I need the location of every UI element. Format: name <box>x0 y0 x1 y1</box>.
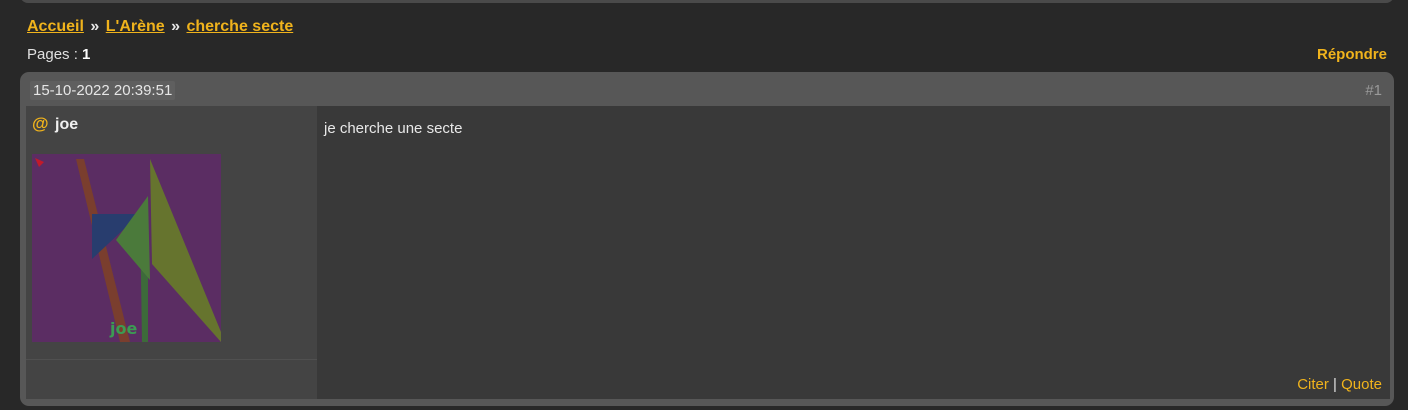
breadcrumb-link-topic[interactable]: cherche secte <box>186 18 293 35</box>
author-divider <box>26 359 317 360</box>
mention-icon[interactable]: @ <box>32 114 49 133</box>
pagination-current-page: 1 <box>82 46 91 63</box>
breadcrumb-link-forum[interactable]: L'Arène <box>106 18 165 35</box>
breadcrumb-separator: » <box>90 18 100 35</box>
post-header: 15-10-2022 20:39:51 #1 <box>20 72 1394 106</box>
actions-separator: | <box>1333 376 1337 393</box>
author-name[interactable]: joe <box>55 116 78 133</box>
post-message: je cherche une secte <box>324 120 463 137</box>
post-message-panel: je cherche une secte Citer | Quote <box>317 106 1390 399</box>
previous-panel-edge <box>20 0 1394 3</box>
quote-button-en[interactable]: Quote <box>1341 376 1382 393</box>
post-author-panel: @ joe joe <box>26 106 317 399</box>
post-author: @ joe <box>32 114 78 134</box>
post-permalink[interactable]: #1 <box>1365 82 1382 99</box>
breadcrumb-separator: » <box>171 18 181 35</box>
reply-button[interactable]: Répondre <box>1317 46 1387 63</box>
avatar-signature: joe <box>109 319 137 338</box>
post-actions: Citer | Quote <box>1297 376 1382 393</box>
breadcrumb-link-home[interactable]: Accueil <box>27 18 84 35</box>
pagination-label: Pages : <box>27 46 78 63</box>
avatar: joe <box>32 154 221 342</box>
pagination: Pages : 1 <box>27 46 90 63</box>
breadcrumb: Accueil » L'Arène » cherche secte <box>27 18 293 36</box>
post-date: 15-10-2022 20:39:51 <box>30 81 176 100</box>
post: 15-10-2022 20:39:51 #1 @ joe joe je cher… <box>20 72 1394 406</box>
quote-button-fr[interactable]: Citer <box>1297 376 1329 393</box>
